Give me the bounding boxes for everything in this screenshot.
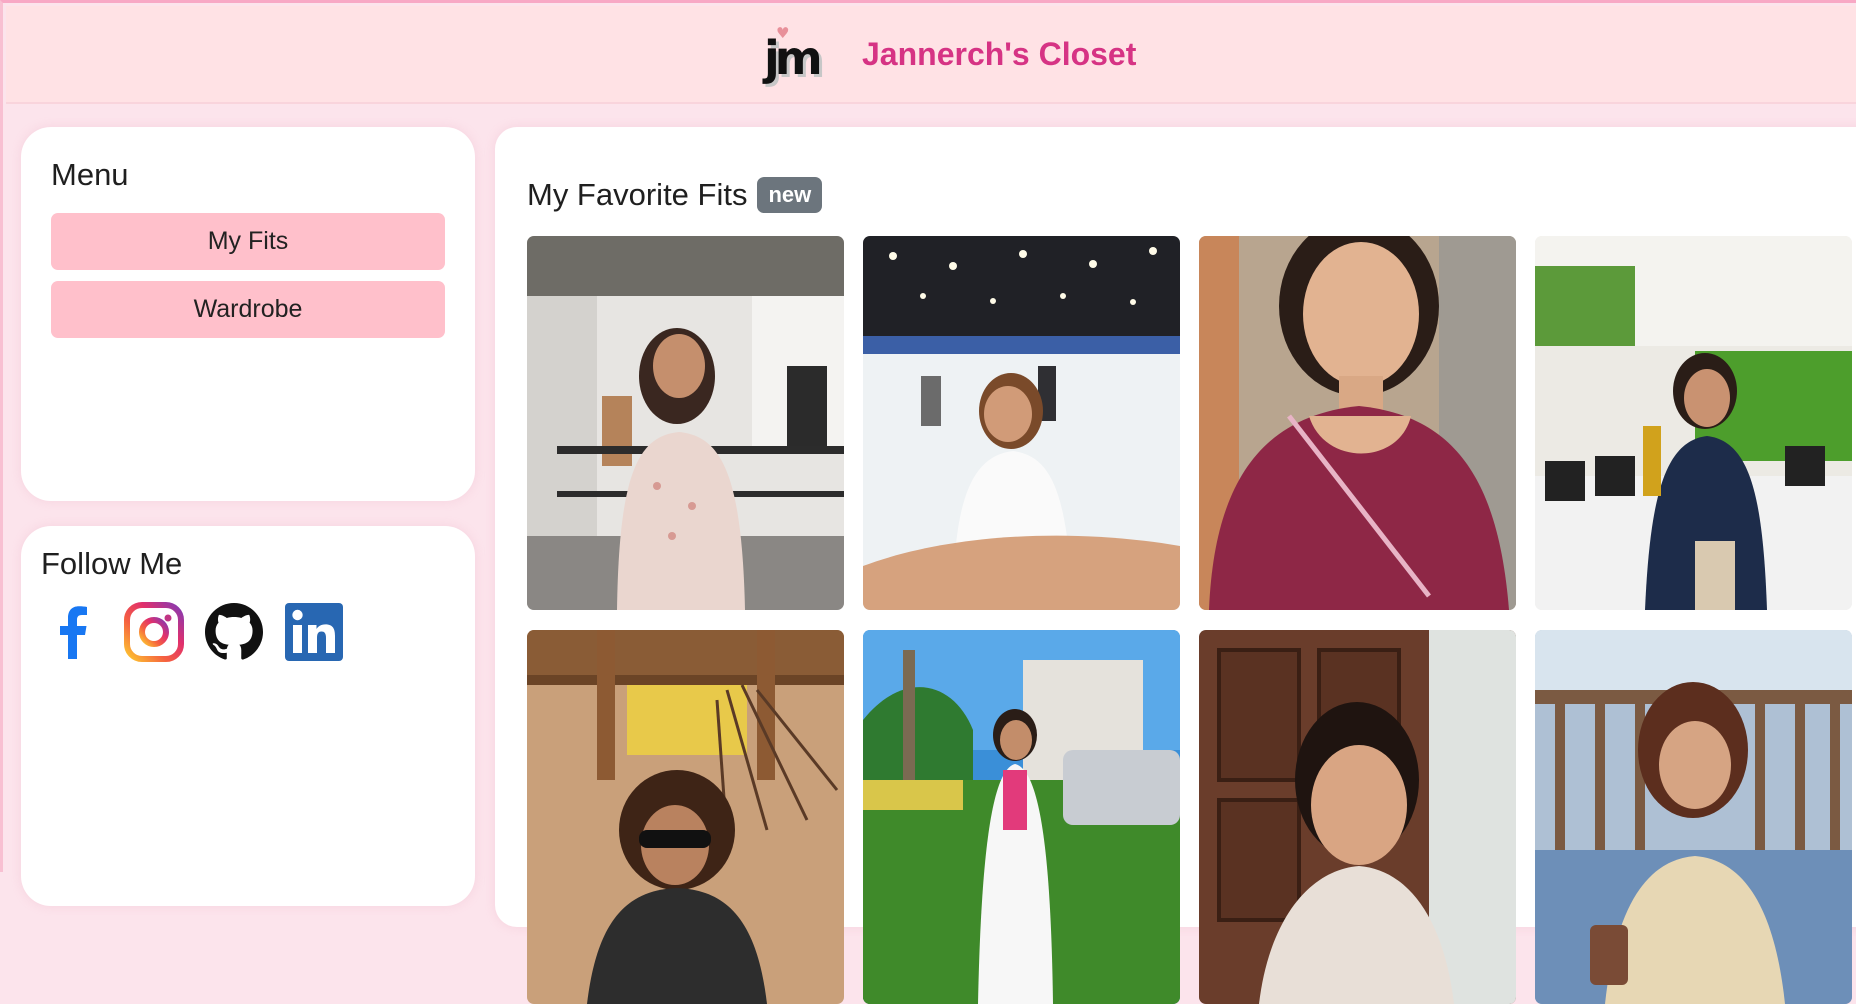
outfit-photo[interactable]	[1199, 630, 1516, 1004]
outfit-photo[interactable]	[1535, 236, 1852, 610]
facebook-icon[interactable]	[43, 601, 105, 663]
new-badge: new	[757, 177, 823, 213]
favorite-fits-panel: My Favorite Fits new	[495, 127, 1856, 1004]
app-frame: ♥ jm Jannerch's Closet Menu My Fits Ward…	[0, 0, 1856, 1004]
social-links	[43, 601, 345, 663]
menu-title: Menu	[51, 157, 129, 192]
section-title: My Favorite Fits	[527, 177, 748, 212]
site-title: Jannerch's Closet	[862, 36, 1137, 72]
follow-card: Follow Me	[21, 526, 475, 906]
section-heading: My Favorite Fits new	[527, 177, 823, 213]
photo-gallery	[527, 236, 1856, 1004]
outfit-photo[interactable]	[863, 236, 1180, 610]
logo-text: jm	[764, 31, 823, 85]
outfit-photo[interactable]	[863, 630, 1180, 1004]
site-logo[interactable]: ♥ jm	[764, 20, 826, 90]
my-fits-button[interactable]: My Fits	[51, 213, 445, 270]
follow-title: Follow Me	[41, 546, 183, 581]
github-icon[interactable]	[203, 601, 265, 663]
site-header: ♥ jm Jannerch's Closet	[6, 6, 1856, 104]
outfit-photo[interactable]	[1535, 630, 1852, 1004]
outfit-photo[interactable]	[1199, 236, 1516, 610]
outfit-photo[interactable]	[527, 630, 844, 1004]
menu-card: Menu My Fits Wardrobe	[21, 127, 475, 501]
outfit-photo[interactable]	[527, 236, 844, 610]
instagram-icon[interactable]	[123, 601, 185, 663]
linkedin-icon[interactable]	[283, 601, 345, 663]
wardrobe-button[interactable]: Wardrobe	[51, 281, 445, 338]
